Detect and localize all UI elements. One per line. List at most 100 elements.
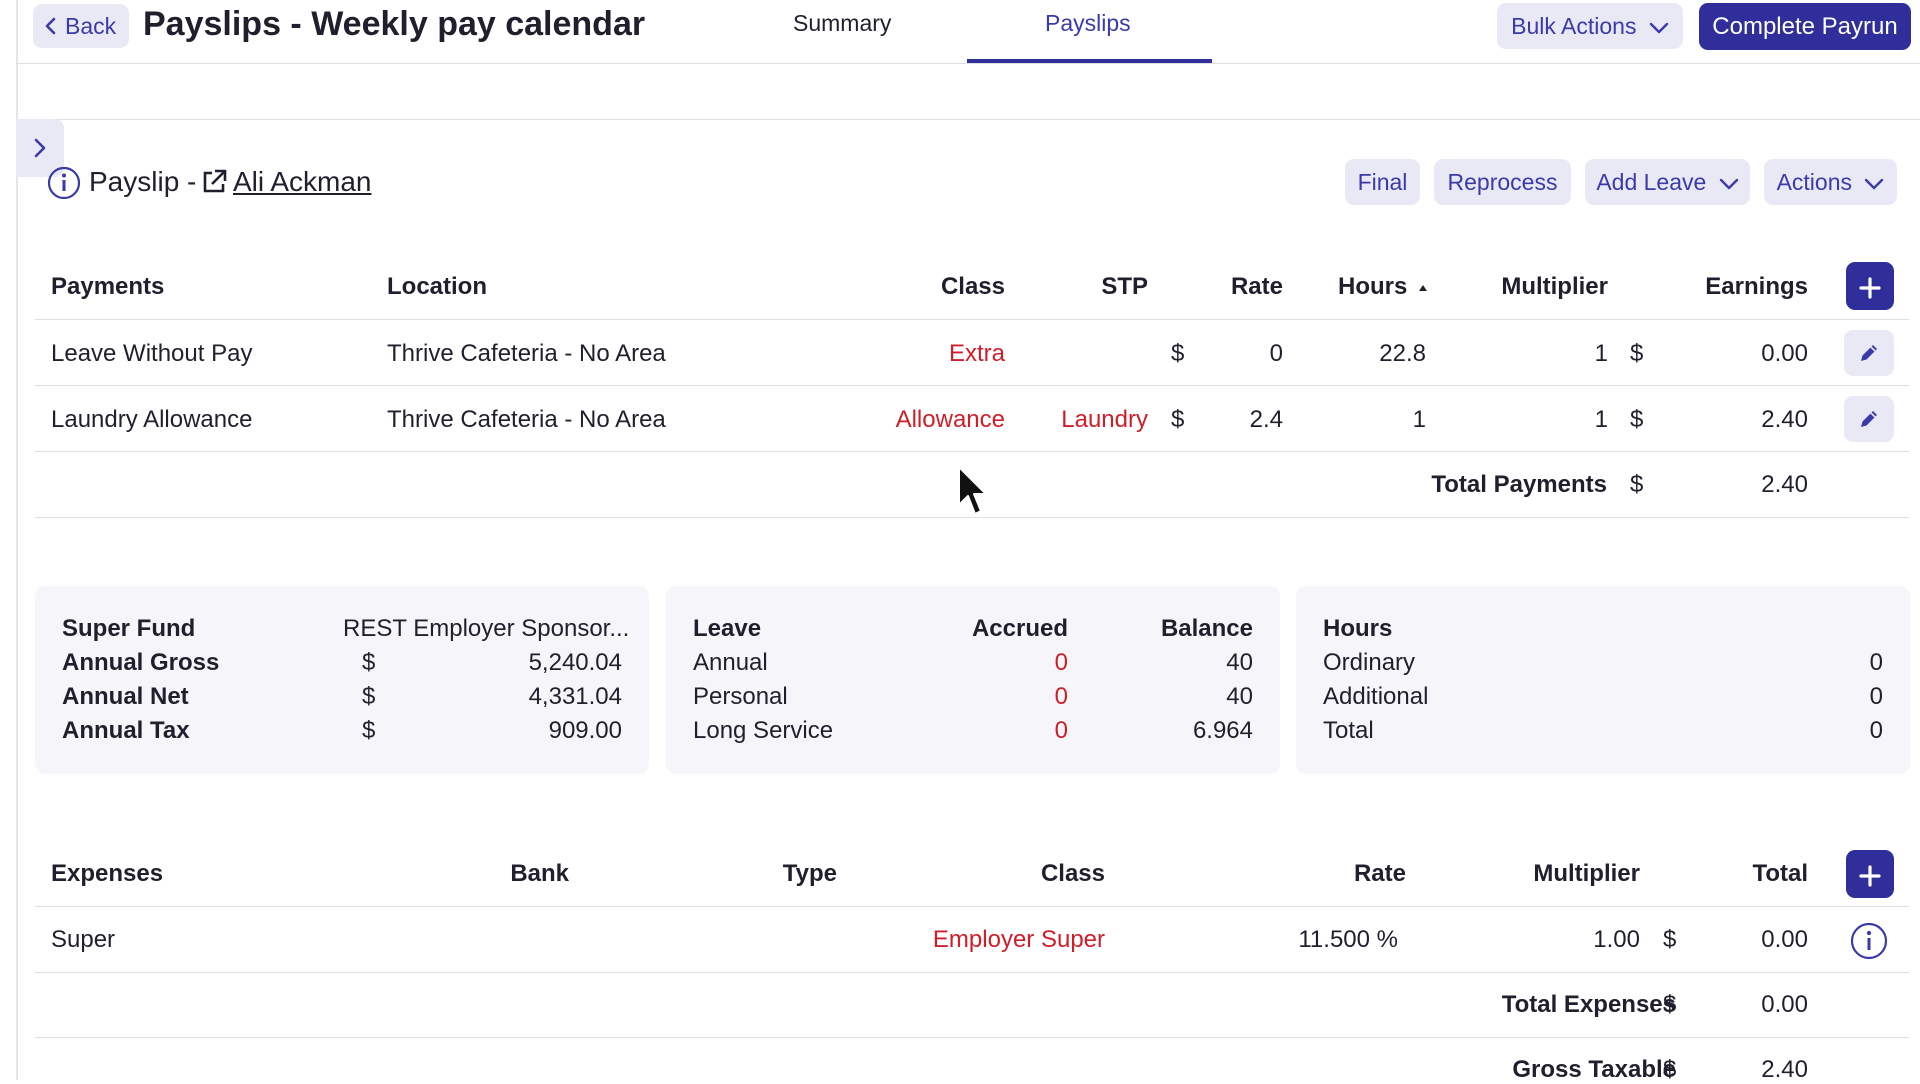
employee-link[interactable]: Ali Ackman bbox=[233, 166, 372, 198]
page-title: Payslips - Weekly pay calendar bbox=[143, 5, 646, 43]
hours-label: Total bbox=[1323, 717, 1374, 744]
info-icon[interactable] bbox=[47, 166, 81, 200]
earnings-currency: $ bbox=[1630, 406, 1644, 433]
annual-gross-value: 5,240.04 bbox=[528, 649, 622, 676]
chevron-down-icon bbox=[1719, 178, 1738, 190]
earnings-currency: $ bbox=[1630, 340, 1644, 367]
leave-header: Leave bbox=[693, 615, 762, 642]
complete-payrun-button[interactable]: Complete Payrun bbox=[1699, 3, 1911, 50]
payslip-prefix: Payslip - bbox=[89, 166, 197, 197]
bulk-actions-dropdown[interactable]: Bulk Actions bbox=[1497, 3, 1683, 49]
pencil-icon bbox=[1861, 411, 1877, 427]
leave-accrued: 0 bbox=[1054, 649, 1068, 676]
back-button[interactable]: Back bbox=[33, 4, 129, 48]
payment-name: Leave Without Pay bbox=[51, 340, 253, 367]
accrued-header: Accrued bbox=[971, 615, 1068, 642]
annual-net-value: 4,331.04 bbox=[528, 683, 622, 710]
payment-location: Thrive Cafeteria - No Area bbox=[387, 340, 666, 367]
col-location: Location bbox=[387, 273, 487, 300]
rate-currency: $ bbox=[1171, 406, 1185, 433]
hours-header: Hours bbox=[1323, 615, 1393, 642]
col-type: Type bbox=[782, 860, 837, 887]
expense-class: Employer Super bbox=[932, 926, 1105, 953]
hours-value: 0 bbox=[1869, 683, 1883, 710]
leave-type: Annual bbox=[693, 649, 768, 676]
payment-rate: 2.4 bbox=[1249, 406, 1283, 433]
plus-icon bbox=[1859, 865, 1881, 887]
total-payments-value: 2.40 bbox=[1761, 471, 1808, 498]
total-payments-label: Total Payments bbox=[1431, 471, 1607, 498]
sort-ascending-icon bbox=[1419, 284, 1428, 291]
rate-currency: $ bbox=[1171, 340, 1185, 367]
annual-tax-label: Annual Tax bbox=[62, 717, 190, 744]
row-divider bbox=[35, 385, 1909, 386]
leave-card: Leave Accrued Balance Annual 0 40 Person… bbox=[666, 586, 1280, 774]
tab-payslips[interactable]: Payslips bbox=[1045, 10, 1131, 37]
leave-accrued: 0 bbox=[1054, 683, 1068, 710]
actions-dropdown[interactable]: Actions bbox=[1764, 159, 1897, 205]
info-icon[interactable] bbox=[1850, 922, 1888, 960]
hours-label: Additional bbox=[1323, 683, 1429, 710]
col-stp: STP bbox=[1101, 273, 1148, 300]
balance-header: Balance bbox=[1160, 615, 1253, 642]
hours-card: Hours Ordinary 0 Additional 0 Total 0 bbox=[1296, 586, 1910, 774]
total-expenses-currency: $ bbox=[1663, 991, 1677, 1018]
expense-rate: 11.500 % bbox=[1298, 926, 1398, 953]
col-bank: Bank bbox=[510, 860, 569, 887]
section-divider bbox=[16, 119, 1920, 120]
payment-rate: 0 bbox=[1269, 340, 1283, 367]
payment-multiplier: 1 bbox=[1594, 340, 1608, 367]
total-expenses-value: 0.00 bbox=[1761, 991, 1808, 1018]
row-divider bbox=[35, 451, 1909, 452]
expense-currency: $ bbox=[1663, 926, 1677, 953]
super-fund-label: Super Fund bbox=[62, 615, 196, 642]
payment-class: Allowance bbox=[895, 406, 1005, 433]
col-class: Class bbox=[940, 273, 1005, 300]
chevron-right-icon bbox=[34, 138, 46, 158]
col-earnings: Earnings bbox=[1705, 273, 1808, 300]
hours-value: 0 bbox=[1869, 649, 1883, 676]
col-total: Total bbox=[1752, 860, 1808, 887]
col-multiplier: Multiplier bbox=[1501, 273, 1608, 300]
leave-type: Personal bbox=[693, 683, 788, 710]
tab-summary[interactable]: Summary bbox=[793, 10, 891, 37]
col-hours-label: Hours bbox=[1338, 273, 1408, 300]
total-expenses-label: Total Expenses bbox=[1501, 991, 1676, 1018]
payment-location: Thrive Cafeteria - No Area bbox=[387, 406, 666, 433]
super-fund-card: Super Fund REST Employer Sponsor... Annu… bbox=[35, 586, 649, 774]
add-expense-button[interactable] bbox=[1846, 850, 1894, 898]
final-button[interactable]: Final bbox=[1345, 159, 1420, 205]
reprocess-button[interactable]: Reprocess bbox=[1434, 159, 1571, 205]
edit-payment-button[interactable] bbox=[1844, 396, 1894, 442]
mouse-cursor-icon bbox=[958, 466, 987, 515]
super-fund-value: REST Employer Sponsor... bbox=[343, 615, 630, 642]
pencil-icon bbox=[1861, 345, 1877, 361]
add-leave-dropdown[interactable]: Add Leave bbox=[1585, 159, 1750, 205]
col-hours[interactable]: Hours bbox=[1338, 273, 1428, 301]
payment-hours: 22.8 bbox=[1379, 340, 1426, 367]
col-rate: Rate bbox=[1353, 860, 1406, 887]
col-payments: Payments bbox=[51, 273, 165, 300]
annual-tax-value: 909.00 bbox=[548, 717, 622, 744]
payment-class: Extra bbox=[948, 340, 1005, 367]
chevron-left-icon bbox=[45, 17, 56, 35]
payments-header-divider bbox=[35, 319, 1909, 320]
payment-earnings: 0.00 bbox=[1761, 340, 1808, 367]
leave-balance: 6.964 bbox=[1192, 717, 1253, 744]
actions-label: Actions bbox=[1776, 169, 1853, 195]
expenses-header-divider bbox=[35, 906, 1909, 907]
hours-value: 0 bbox=[1869, 717, 1883, 744]
bulk-actions-label: Bulk Actions bbox=[1511, 13, 1637, 39]
chevron-down-icon bbox=[1649, 22, 1669, 34]
leave-balance: 40 bbox=[1226, 649, 1253, 676]
leave-type: Long Service bbox=[693, 717, 834, 744]
edit-payment-button[interactable] bbox=[1844, 330, 1894, 376]
add-payment-button[interactable] bbox=[1846, 262, 1894, 310]
payment-earnings: 2.40 bbox=[1761, 406, 1808, 433]
header-divider bbox=[16, 63, 1920, 64]
row-divider bbox=[35, 972, 1909, 973]
payment-multiplier: 1 bbox=[1594, 406, 1608, 433]
col-class: Class bbox=[1040, 860, 1105, 887]
plus-icon bbox=[1859, 277, 1881, 299]
total-payments-currency: $ bbox=[1630, 471, 1644, 498]
